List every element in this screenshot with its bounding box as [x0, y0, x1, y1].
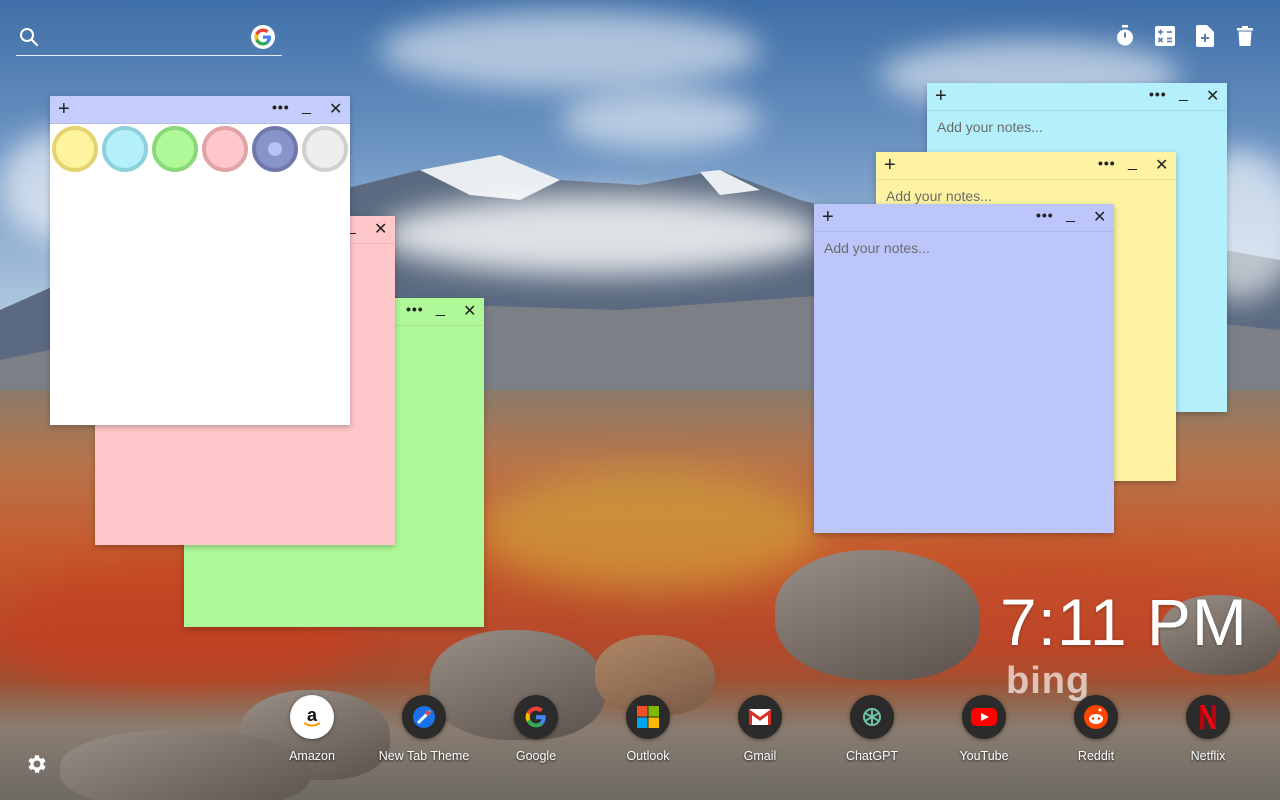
- shortcut-label: Google: [515, 749, 557, 763]
- color-swatch-blue-selected[interactable]: [252, 126, 298, 172]
- shortcut-label: Outlook: [626, 749, 670, 763]
- shortcut-label: New Tab Theme: [378, 749, 470, 763]
- more-options-button[interactable]: •••: [1098, 155, 1116, 171]
- search-bar: [16, 20, 282, 56]
- close-button[interactable]: ✕: [1093, 207, 1106, 227]
- shortcut-google[interactable]: Google: [480, 695, 592, 763]
- add-note-button[interactable]: +: [822, 206, 834, 228]
- minimize-button[interactable]: _: [1128, 154, 1137, 172]
- close-button[interactable]: ✕: [1155, 155, 1168, 175]
- shortcut-label: Reddit: [1077, 749, 1115, 763]
- color-swatch-pink[interactable]: [202, 126, 248, 172]
- reddit-icon: [1074, 695, 1118, 739]
- timer-icon[interactable]: [1114, 24, 1136, 48]
- gmail-icon: [738, 695, 782, 739]
- shortcut-new-tab-theme[interactable]: New Tab Theme: [368, 695, 480, 763]
- note-header: + ••• _ ✕: [50, 96, 350, 124]
- svg-text:a: a: [307, 705, 318, 725]
- color-swatch-green[interactable]: [152, 126, 198, 172]
- minimize-button[interactable]: _: [1179, 85, 1188, 103]
- google-icon: [514, 695, 558, 739]
- google-icon[interactable]: [251, 25, 275, 49]
- shortcut-label: Amazon: [289, 749, 335, 763]
- shortcut-label: ChatGPT: [845, 749, 899, 763]
- youtube-icon: [962, 695, 1006, 739]
- shortcut-outlook[interactable]: Outlook: [592, 695, 704, 763]
- more-options-button[interactable]: •••: [1036, 207, 1054, 223]
- new-tab-theme-icon: [402, 695, 446, 739]
- close-button[interactable]: ✕: [329, 99, 342, 119]
- shortcut-reddit[interactable]: Reddit: [1040, 695, 1152, 763]
- selected-indicator: [268, 142, 282, 156]
- close-button[interactable]: ✕: [463, 301, 476, 321]
- chatgpt-icon: [850, 695, 894, 739]
- note-header: + ••• _ ✕: [876, 152, 1176, 180]
- minimize-button[interactable]: _: [436, 300, 445, 318]
- note-text-area[interactable]: [814, 232, 1114, 522]
- calculator-icon[interactable]: [1154, 24, 1176, 48]
- shortcut-gmail[interactable]: Gmail: [704, 695, 816, 763]
- note-header: + ••• _ ✕: [927, 83, 1227, 111]
- close-button[interactable]: ✕: [1206, 86, 1219, 106]
- search-icon[interactable]: [18, 26, 40, 48]
- sticky-note-blue[interactable]: + ••• _ ✕: [814, 204, 1114, 533]
- shortcut-youtube[interactable]: YouTube: [928, 695, 1040, 763]
- amazon-icon: a: [290, 695, 334, 739]
- minimize-button[interactable]: _: [302, 98, 311, 116]
- close-button[interactable]: ✕: [374, 219, 387, 239]
- add-note-button[interactable]: +: [884, 154, 896, 176]
- shortcut-label: YouTube: [959, 749, 1009, 763]
- search-input[interactable]: [46, 24, 242, 50]
- clock: 7:11 PM: [1000, 585, 1248, 659]
- shortcut-bar: a Amazon New Tab Theme Google Outlook Gm: [256, 695, 1266, 775]
- gear-icon[interactable]: [24, 752, 48, 776]
- more-options-button[interactable]: •••: [1149, 86, 1167, 102]
- note-header: + ••• _ ✕: [814, 204, 1114, 232]
- color-picker: [50, 124, 350, 174]
- shortcut-label: Gmail: [743, 749, 777, 763]
- outlook-icon: [626, 695, 670, 739]
- color-swatch-yellow[interactable]: [52, 126, 98, 172]
- color-swatch-cyan[interactable]: [102, 126, 148, 172]
- shortcut-chatgpt[interactable]: ChatGPT: [816, 695, 928, 763]
- add-note-button[interactable]: +: [935, 85, 947, 107]
- color-swatch-white[interactable]: [302, 126, 348, 172]
- more-options-button[interactable]: •••: [406, 301, 424, 317]
- add-note-button[interactable]: +: [58, 98, 70, 120]
- netflix-icon: [1186, 695, 1230, 739]
- more-options-button[interactable]: •••: [272, 99, 290, 115]
- minimize-button[interactable]: _: [1066, 206, 1075, 224]
- sticky-note-white[interactable]: + ••• _ ✕: [50, 96, 350, 425]
- shortcut-label: Netflix: [1190, 749, 1226, 763]
- shortcut-amazon[interactable]: a Amazon: [256, 695, 368, 763]
- trash-icon[interactable]: [1234, 24, 1256, 48]
- shortcut-netflix[interactable]: Netflix: [1152, 695, 1264, 763]
- top-toolbar: [1114, 24, 1256, 48]
- add-note-icon[interactable]: [1194, 24, 1216, 48]
